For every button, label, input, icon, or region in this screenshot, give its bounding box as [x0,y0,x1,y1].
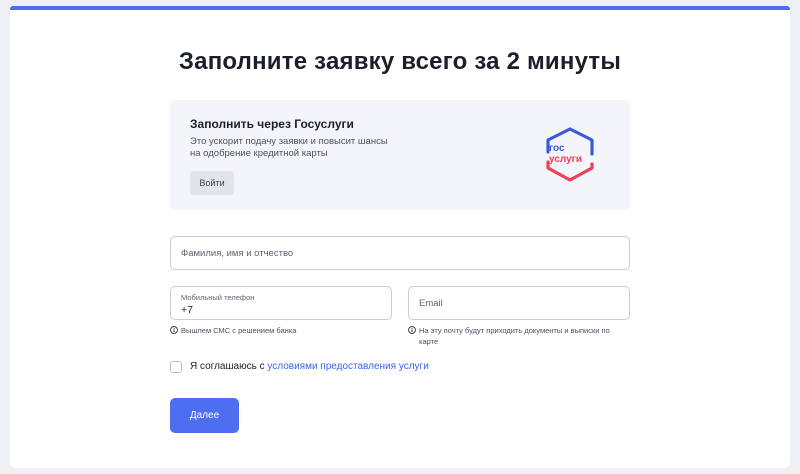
gosuslugi-panel: Заполнить через Госуслуги Это ускорит по… [170,100,630,210]
gosuslugi-logo-icon: гос услуги [546,127,594,182]
info-icon [408,326,416,334]
logo-text-bottom: услуги [549,154,582,165]
phone-field[interactable]: Мобильный телефон +7 [170,286,392,320]
gosuslugi-description: Это ускорит подачу заявки и повысит шанс… [190,136,388,159]
phone-hint: Вышлем СМС с решением банка [170,325,392,336]
fio-placeholder: Фамилия, имя и отчество [181,248,294,259]
email-hint-text: На эту почту будут приходить документы и… [419,326,610,346]
consent-label: Я соглашаюсь с условиями предоставления … [190,361,429,372]
gosuslugi-login-button[interactable]: Войти [190,171,234,195]
phone-label: Мобильный телефон [181,293,255,302]
consent-terms-link[interactable]: условиями предоставления услуги [267,361,428,372]
page: Заполните заявку всего за 2 минуты Запол… [0,0,800,474]
page-title: Заполните заявку всего за 2 минуты [178,48,622,75]
email-placeholder: Email [419,298,443,309]
email-hint: На эту почту будут приходить документы и… [408,325,630,347]
logo-frame-blue [568,127,594,156]
fio-field[interactable]: Фамилия, имя и отчество [170,236,630,270]
email-field[interactable]: Email [408,286,630,320]
consent-checkbox[interactable] [170,361,182,373]
gosuslugi-title: Заполнить через Госуслуги [190,117,354,131]
phone-hint-text: Вышлем СМС с решением банка [181,326,297,335]
phone-value: +7 [181,304,193,316]
logo-text-top: гос [549,143,565,154]
info-icon [170,326,178,334]
next-button[interactable]: Далее [170,398,239,433]
consent-text: Я соглашаюсь с [190,361,268,372]
